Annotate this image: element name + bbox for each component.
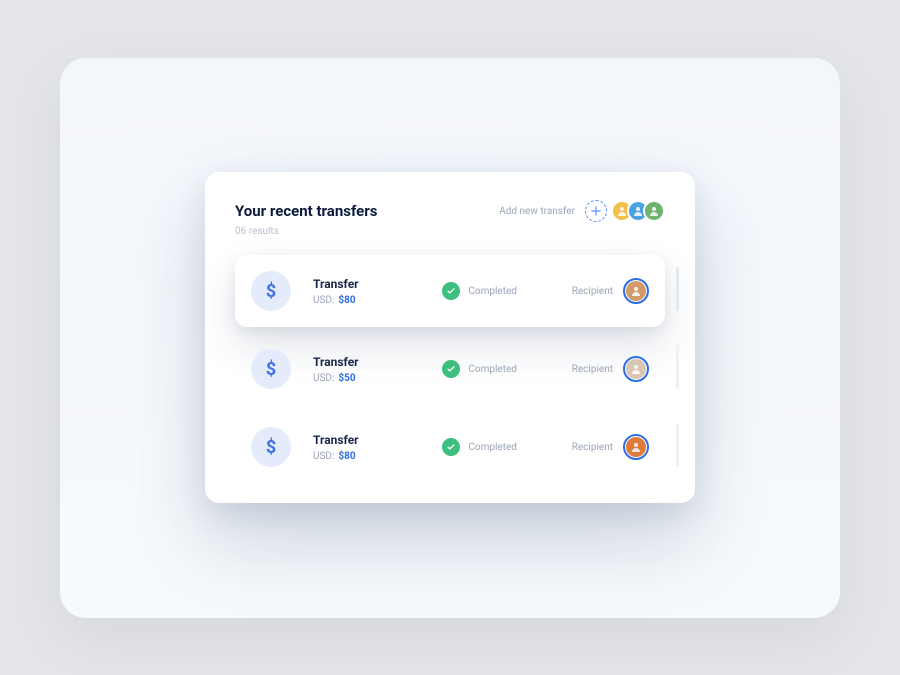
transfer-row[interactable]: $ Transfer USD: $80 Completed Recipient: [235, 255, 665, 327]
amount-value: $50: [338, 373, 355, 384]
currency-label: USD:: [313, 451, 334, 462]
currency-label: USD:: [313, 295, 334, 306]
recipient-label: Recipient: [572, 286, 613, 297]
recipient-label: Recipient: [572, 442, 613, 453]
transfer-amount-line: USD: $80: [313, 295, 428, 306]
scrollbar-thumb[interactable]: [676, 267, 679, 311]
results-count: 06 results: [235, 226, 665, 237]
transfer-title: Transfer: [313, 355, 428, 369]
dollar-icon: $: [251, 427, 291, 467]
transfer-row[interactable]: $ Transfer USD: $50 Completed Recipient: [235, 333, 665, 405]
transfer-title: Transfer: [313, 433, 428, 447]
transfers-list: $ Transfer USD: $80 Completed Recipient $ Trans…: [235, 255, 665, 483]
status-cell: Completed: [442, 282, 557, 300]
person-icon: [630, 441, 642, 453]
amount-value: $80: [338, 295, 355, 306]
avatar[interactable]: [643, 200, 665, 222]
status-cell: Completed: [442, 438, 557, 456]
recipient-label: Recipient: [572, 364, 613, 375]
add-transfer-link[interactable]: Add new transfer: [499, 206, 575, 217]
transfer-info: Transfer USD: $50: [313, 355, 428, 384]
recipient-avatar[interactable]: [623, 356, 649, 382]
recipient-avatar[interactable]: [623, 434, 649, 460]
header-actions: Add new transfer: [499, 200, 665, 222]
transfer-amount-line: USD: $50: [313, 373, 428, 384]
dollar-icon: $: [251, 271, 291, 311]
scrollbar-thumb[interactable]: [676, 423, 679, 467]
person-icon: [630, 363, 642, 375]
check-icon: [442, 282, 460, 300]
status-label: Completed: [468, 364, 517, 375]
transfer-info: Transfer USD: $80: [313, 277, 428, 306]
person-icon: [630, 285, 642, 297]
transfer-amount-line: USD: $80: [313, 451, 428, 462]
recipient-avatar[interactable]: [623, 278, 649, 304]
transfer-title: Transfer: [313, 277, 428, 291]
app-stage: Your recent transfers Add new transfer 0…: [60, 58, 840, 618]
transfers-card: Your recent transfers Add new transfer 0…: [205, 172, 695, 503]
amount-value: $80: [338, 451, 355, 462]
scrollbar-thumb[interactable]: [676, 345, 679, 389]
status-label: Completed: [468, 286, 517, 297]
status-label: Completed: [468, 442, 517, 453]
card-title: Your recent transfers: [235, 202, 377, 220]
people-avatar-stack: [617, 200, 665, 222]
recipient-cell: Recipient: [572, 356, 649, 382]
person-icon: [648, 205, 660, 217]
transfer-info: Transfer USD: $80: [313, 433, 428, 462]
recipient-cell: Recipient: [572, 278, 649, 304]
currency-label: USD:: [313, 373, 334, 384]
recipient-cell: Recipient: [572, 434, 649, 460]
plus-icon: [591, 206, 601, 216]
add-transfer-button[interactable]: [585, 200, 607, 222]
transfer-row[interactable]: $ Transfer USD: $80 Completed Recipient: [235, 411, 665, 483]
status-cell: Completed: [442, 360, 557, 378]
dollar-icon: $: [251, 349, 291, 389]
check-icon: [442, 360, 460, 378]
check-icon: [442, 438, 460, 456]
card-header: Your recent transfers Add new transfer: [235, 200, 665, 222]
